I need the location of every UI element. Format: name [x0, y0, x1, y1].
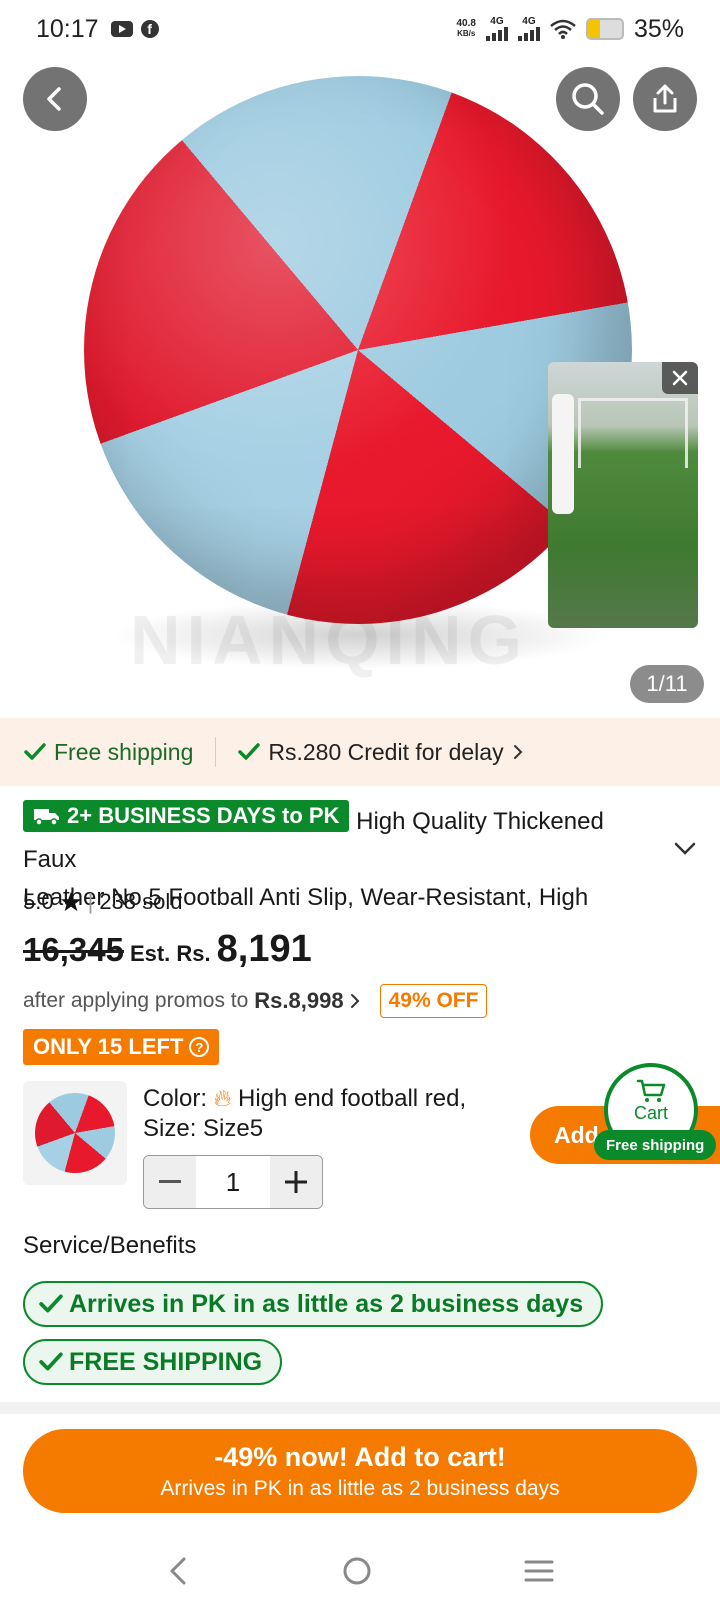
promo-prefix: after applying promos to	[23, 989, 249, 1012]
plus-icon	[285, 1171, 307, 1193]
stock-badge[interactable]: ONLY 15 LEFT ?	[23, 1029, 220, 1065]
sold-count: 238 sold	[99, 889, 183, 914]
free-shipping-info: Free shipping	[24, 739, 193, 766]
separator: |	[87, 889, 94, 914]
delay-credit-link[interactable]: Rs.280 Credit for delay	[238, 739, 523, 766]
sku-image	[35, 1093, 115, 1173]
promo-price: Rs.8,998	[254, 988, 344, 1013]
color-label: Color:	[143, 1085, 208, 1112]
sku-selection[interactable]: Color: 🔥︎ High end football red, Size: S…	[143, 1084, 466, 1144]
cart-icon	[636, 1079, 666, 1102]
shipping-strip[interactable]: Free shipping Rs.280 Credit for delay	[0, 718, 720, 786]
color-value: High end football red,	[238, 1085, 467, 1112]
goal-net-graphic	[578, 398, 688, 468]
quantity-value[interactable]: 1	[196, 1156, 270, 1208]
delay-credit-label: Rs.280 Credit for delay	[268, 738, 504, 765]
product-gallery[interactable]: NIANQING 1/11	[0, 0, 720, 718]
check-icon	[39, 1294, 63, 1313]
decrement-button[interactable]	[144, 1156, 196, 1208]
image-counter: 1/11	[630, 665, 704, 703]
check-icon	[24, 743, 46, 760]
battery-level: 35%	[633, 14, 684, 43]
quantity-stepper[interactable]: 1	[143, 1155, 323, 1209]
help-icon[interactable]: ?	[189, 1037, 210, 1057]
star-icon	[60, 891, 81, 912]
search-button[interactable]	[556, 67, 620, 131]
cta-headline: -49% now! Add to cart!	[214, 1441, 506, 1472]
cart-free-shipping-badge: Free shipping	[594, 1130, 717, 1160]
current-price: 8,191	[216, 928, 312, 970]
size-value: Size5	[203, 1115, 264, 1142]
close-icon	[672, 370, 688, 386]
chevron-down-icon[interactable]	[674, 842, 696, 856]
delivery-badge: 2+ BUSINESS DAYS to PK	[23, 800, 350, 832]
nav-back-icon[interactable]	[166, 1556, 190, 1586]
est-label: Est. Rs.	[129, 941, 211, 966]
video-preview[interactable]	[548, 362, 698, 628]
facebook-icon: f	[140, 20, 159, 38]
player-graphic	[552, 394, 574, 514]
divider	[215, 737, 217, 767]
service-pill-free-shipping[interactable]: FREE SHIPPING	[23, 1339, 283, 1385]
promo-row[interactable]: after applying promos to Rs.8,998 49% OF…	[23, 984, 488, 1018]
service-pill-label: FREE SHIPPING	[69, 1347, 263, 1376]
cart-label: Cart	[633, 1103, 668, 1123]
net-speed: 40.8 KB/s	[456, 19, 475, 39]
price-row: 16,345 Est. Rs. 8,191	[23, 928, 312, 971]
chevron-left-icon	[47, 87, 61, 111]
wifi-icon	[550, 19, 576, 39]
increment-button[interactable]	[270, 1156, 322, 1208]
free-shipping-label: Free shipping	[54, 738, 194, 765]
check-icon	[238, 743, 261, 760]
size-label: Size:	[143, 1115, 197, 1142]
search-icon	[572, 83, 604, 115]
minus-icon	[159, 1180, 181, 1183]
nav-menu-icon[interactable]	[524, 1559, 554, 1583]
signal-2: 4G	[517, 16, 540, 41]
delivery-badge-label: 2+ BUSINESS DAYS to PK	[67, 803, 340, 828]
net-speed-value: 40.8	[456, 18, 476, 29]
check-icon	[39, 1352, 63, 1371]
net-speed-unit: KB/s	[457, 29, 476, 38]
cta-subline: Arrives in PK in as little as 2 business…	[160, 1476, 560, 1500]
chevron-right-icon	[513, 745, 523, 759]
back-button[interactable]	[23, 67, 87, 131]
video-close-button[interactable]	[662, 362, 698, 394]
add-to-cart-cta[interactable]: -49% now! Add to cart! Arrives in PK in …	[23, 1429, 697, 1513]
share-icon	[653, 84, 677, 113]
service-pill-arrival[interactable]: Arrives in PK in as little as 2 business…	[23, 1281, 604, 1327]
discount-badge: 49% OFF	[379, 984, 488, 1018]
status-time: 10:17	[36, 14, 99, 43]
status-bar: 10:17 f 40.8 KB/s 4G 4G 35%	[0, 0, 720, 58]
nav-home-icon[interactable]	[342, 1556, 372, 1586]
share-button[interactable]	[633, 67, 697, 131]
sku-thumbnail[interactable]	[23, 1081, 127, 1185]
service-benefits-title: Service/Benefits	[23, 1232, 197, 1259]
battery-icon	[585, 18, 624, 40]
service-pill-label: Arrives in PK in as little as 2 business…	[69, 1289, 584, 1318]
flame-icon: 🔥︎	[213, 1085, 232, 1112]
signal-1: 4G	[485, 16, 508, 41]
section-divider	[0, 1402, 720, 1414]
add-label: Add	[554, 1121, 599, 1148]
truck-icon	[34, 809, 59, 826]
signal-bars-icon	[485, 27, 508, 41]
signal-2-label: 4G	[522, 16, 536, 27]
stock-label: ONLY 15 LEFT	[33, 1034, 184, 1059]
system-nav-bar	[0, 1530, 720, 1612]
rating-value: 5.0	[23, 889, 54, 914]
signal-1-label: 4G	[490, 16, 504, 27]
chevron-right-icon	[350, 994, 360, 1008]
original-price: 16,345	[23, 931, 124, 968]
rating-row[interactable]: 5.0 | 238 sold	[23, 889, 183, 915]
signal-bars-icon	[517, 27, 540, 41]
youtube-icon	[110, 21, 133, 37]
